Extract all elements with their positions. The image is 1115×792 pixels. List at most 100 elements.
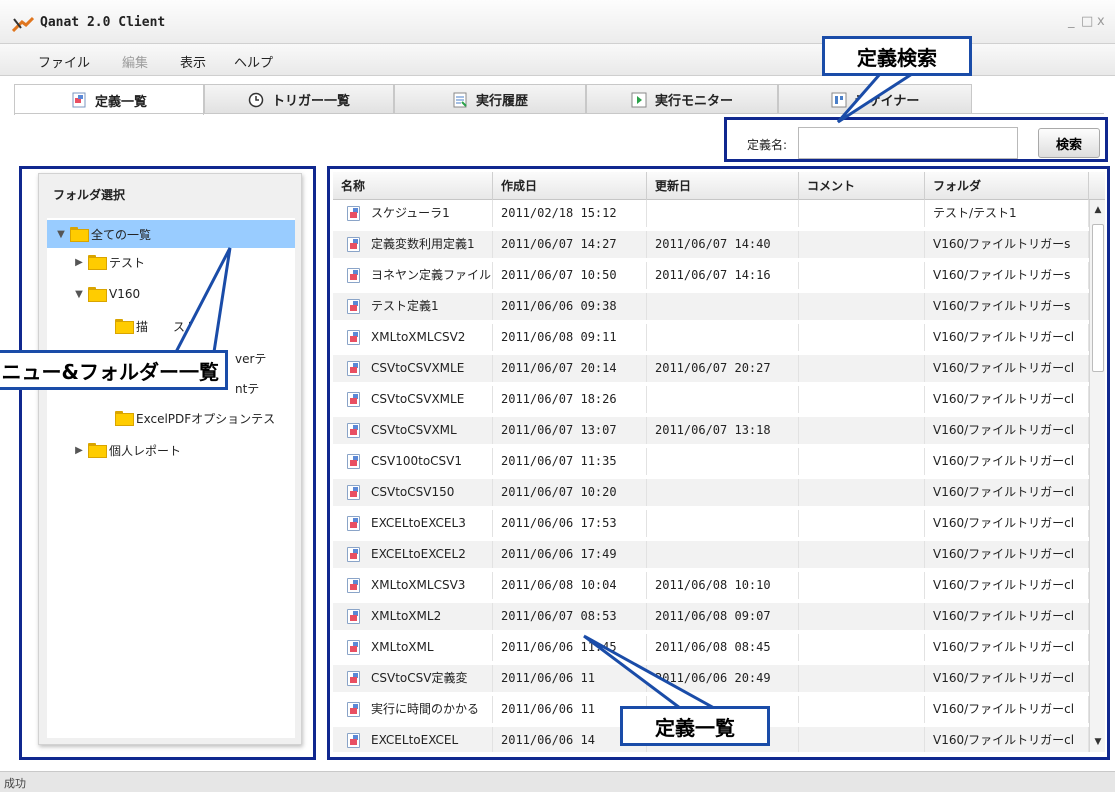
table-cell-folder: V160/ファイルトリガーs	[925, 262, 1089, 289]
table-cell-created: 2011/06/07 14:27	[493, 231, 647, 258]
tree-node-drawing-test[interactable]: 描 スト	[115, 312, 197, 340]
table-row[interactable]: CSVtoCSVXMLE 2011/06/07 18:26 V160/ファイルトリガ…	[333, 386, 1089, 413]
folder-icon	[88, 255, 107, 270]
table-row[interactable]: CSVtoCSV定義変 2011/06/06 11 2011/06/06 20:49…	[333, 665, 1089, 692]
tab-history[interactable]: 実行履歴	[394, 84, 586, 114]
definition-name: XMLtoXMLCSV3	[371, 578, 466, 592]
table-row[interactable]: XMLtoXMLCSV2 2011/06/08 09:11 V160/ファイルトリガ…	[333, 324, 1089, 351]
table-cell-updated: 2011/06/07 14:16	[647, 262, 799, 289]
definition-name: XMLtoXML2	[371, 609, 442, 623]
table-cell-comment	[799, 541, 925, 568]
minimize-icon[interactable]: _	[1068, 14, 1075, 29]
tree-node-test[interactable]: ▶ テスト	[73, 248, 145, 276]
menu-help[interactable]: ヘルプ	[234, 52, 273, 71]
collapsed-arrow-icon[interactable]: ▶	[73, 257, 85, 268]
table-cell-folder: V160/ファイルトリガーcl	[925, 355, 1089, 382]
table-row[interactable]: XMLtoXML 2011/06/06 11:45 2011/06/08 08:45…	[333, 634, 1089, 661]
column-header-folder[interactable]: フォルダ	[925, 172, 1089, 200]
definition-file-icon	[347, 733, 360, 748]
definition-file-icon	[347, 237, 360, 252]
table-cell-created: 2011/02/18 15:12	[493, 200, 647, 227]
close-icon[interactable]: x	[1097, 14, 1105, 29]
table-scrollbar[interactable]: ▲ ▼	[1089, 200, 1105, 752]
monitor-icon	[631, 92, 647, 107]
search-button[interactable]: 検索	[1038, 128, 1100, 158]
definition-table: 名称 作成日 更新日 コメント フォルダ スケジューラ1 2011/02/18 1…	[333, 172, 1105, 752]
definition-file-icon	[347, 330, 360, 345]
menu-edit[interactable]: 編集	[122, 52, 148, 71]
table-cell-comment	[799, 727, 925, 752]
table-cell-comment	[799, 386, 925, 413]
tree-node-v160[interactable]: ▼ V160	[73, 280, 140, 308]
table-cell-created: 2011/06/07 08:53	[493, 603, 647, 630]
expanded-arrow-icon[interactable]: ▼	[55, 229, 67, 240]
column-header-created[interactable]: 作成日	[493, 172, 647, 200]
collapsed-arrow-icon[interactable]: ▶	[73, 445, 85, 456]
table-cell-folder: V160/ファイルトリガーcl	[925, 417, 1089, 444]
table-row[interactable]: XMLtoXML2 2011/06/07 08:53 2011/06/08 09:0…	[333, 603, 1089, 630]
column-header-name[interactable]: 名称	[333, 172, 493, 200]
table-cell-name: EXCELtoEXCEL	[333, 727, 493, 752]
table-row[interactable]: ヨネヤン定義ファイル 2011/06/07 10:50 2011/06/07 14:…	[333, 262, 1089, 289]
tab-label: トリガー一覧	[271, 94, 350, 109]
table-row[interactable]: XMLtoXMLCSV3 2011/06/08 10:04 2011/06/08 1…	[333, 572, 1089, 599]
table-row[interactable]: CSVtoCSV150 2011/06/07 10:20 V160/ファイルトリガー…	[333, 479, 1089, 506]
tree-node-client-test[interactable]: ntテ	[235, 374, 259, 402]
column-header-updated[interactable]: 更新日	[647, 172, 799, 200]
table-cell-updated: 2011/06/08 10:10	[647, 572, 799, 599]
table-row[interactable]: EXCELtoEXCEL3 2011/06/06 17:53 V160/ファイルトリ…	[333, 510, 1089, 537]
table-cell-updated: 2011/06/07 13:18	[647, 417, 799, 444]
document-icon	[72, 92, 86, 108]
tree-node-label: テスト	[109, 255, 146, 270]
scroll-up-arrow-icon[interactable]: ▲	[1091, 202, 1105, 218]
tree-node-all[interactable]: ▼ 全ての一覧	[47, 220, 295, 248]
table-cell-name: EXCELtoEXCEL2	[333, 541, 493, 568]
tree-node-excelpdf-test[interactable]: ExcelPDFオプションテス	[115, 404, 275, 432]
table-cell-name: XMLtoXMLCSV2	[333, 324, 493, 351]
menu-file[interactable]: ファイル	[38, 52, 90, 71]
table-cell-created: 2011/06/07 11:35	[493, 448, 647, 475]
table-row[interactable]: CSVtoCSVXML 2011/06/07 13:07 2011/06/07 13…	[333, 417, 1089, 444]
tree-node-label: スト	[173, 319, 198, 334]
folder-panel-title: フォルダ選択	[53, 188, 126, 202]
tab-definitions[interactable]: 定義一覧	[14, 84, 204, 115]
table-row[interactable]: テスト定義1 2011/06/06 09:38 V160/ファイルトリガーs	[333, 293, 1089, 320]
table-row[interactable]: スケジューラ1 2011/02/18 15:12 テスト/テスト1	[333, 200, 1089, 227]
tab-label: 実行履歴	[475, 94, 528, 109]
tab-label: 定義一覧	[94, 94, 147, 110]
table-cell-comment	[799, 634, 925, 661]
tree-node-label: 個人レポート	[109, 443, 182, 458]
table-row[interactable]: CSVtoCSVXMLE 2011/06/07 20:14 2011/06/07 2…	[333, 355, 1089, 382]
table-cell-created: 2011/06/07 18:26	[493, 386, 647, 413]
column-header-comment[interactable]: コメント	[799, 172, 925, 200]
table-cell-created: 2011/06/06 17:49	[493, 541, 647, 568]
expanded-arrow-icon[interactable]: ▼	[73, 289, 85, 300]
definition-file-icon	[347, 547, 360, 562]
table-row[interactable]: 定義変数利用定義1 2011/06/07 14:27 2011/06/07 14:4…	[333, 231, 1089, 258]
tree-node-personal-report[interactable]: ▶ 個人レポート	[73, 436, 181, 464]
table-cell-name: XMLtoXMLCSV3	[333, 572, 493, 599]
tab-designer[interactable]: デザイナー	[778, 84, 972, 114]
maximize-icon[interactable]: □	[1081, 14, 1093, 29]
table-cell-comment	[799, 665, 925, 692]
scroll-down-arrow-icon[interactable]: ▼	[1091, 734, 1105, 750]
definition-file-icon	[347, 206, 360, 221]
table-cell-comment	[799, 231, 925, 258]
table-cell-updated	[647, 479, 799, 506]
table-cell-folder: V160/ファイルトリガーcl	[925, 541, 1089, 568]
table-cell-folder: テスト/テスト1	[925, 200, 1089, 227]
table-row[interactable]: EXCELtoEXCEL2 2011/06/06 17:49 V160/ファイルトリ…	[333, 541, 1089, 568]
definition-file-icon	[347, 361, 360, 376]
search-label: 定義名:	[747, 138, 788, 152]
tree-node-server-test[interactable]: verテ	[235, 344, 266, 372]
table-row[interactable]: CSV100toCSV1 2011/06/07 11:35 V160/ファイルトリガ…	[333, 448, 1089, 475]
table-cell-comment	[799, 262, 925, 289]
tree-node-label: ntテ	[235, 381, 260, 396]
scroll-thumb[interactable]	[1092, 224, 1104, 372]
search-callout: 定義検索	[822, 36, 972, 76]
definition-name-search-input[interactable]	[798, 127, 1018, 159]
tab-triggers[interactable]: トリガー一覧	[204, 84, 394, 114]
tab-monitor[interactable]: 実行モニター	[586, 84, 778, 114]
menu-view[interactable]: 表示	[180, 52, 206, 71]
table-cell-name: スケジューラ1	[333, 200, 493, 227]
